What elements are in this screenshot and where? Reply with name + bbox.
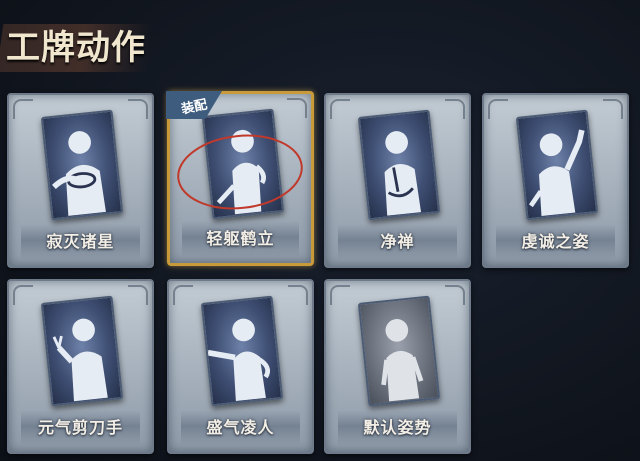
card-label: 寂灭诸星 <box>46 232 115 251</box>
pose-card <box>515 109 599 221</box>
action-card-6[interactable]: 盛气凌人 <box>167 279 314 454</box>
pose-zen-icon <box>384 131 422 216</box>
action-card-1[interactable]: 寂灭诸星 <box>7 93 154 268</box>
action-card-3[interactable]: 净禅 <box>324 93 471 268</box>
card-label: 元气剪刀手 <box>37 418 123 437</box>
page-title: 工牌动作 <box>6 28 146 68</box>
pose-card <box>357 295 441 407</box>
action-card-5[interactable]: 元气剪刀手 <box>7 279 154 454</box>
action-card-2[interactable]: 装配 轻躯鹤立 <box>166 91 314 266</box>
card-label: 默认姿势 <box>363 418 432 437</box>
action-card-4[interactable]: 虔诚之姿 <box>482 93 629 268</box>
pose-raised-hand-icon <box>528 129 585 217</box>
highlight-circle <box>177 134 303 210</box>
card-label: 轻躯鹤立 <box>206 229 275 248</box>
action-card-7[interactable]: 默认姿势 <box>324 279 471 454</box>
pose-card <box>357 109 441 221</box>
section-header: 工牌动作 <box>0 18 160 80</box>
pose-pointing-icon <box>207 318 270 402</box>
card-label: 虔诚之姿 <box>521 232 590 251</box>
pose-card <box>40 295 124 407</box>
pose-card <box>40 109 124 221</box>
pose-card <box>200 295 284 407</box>
pose-peace-sign-icon <box>52 318 108 402</box>
card-label: 盛气凌人 <box>206 418 275 437</box>
pose-default-icon <box>381 319 424 402</box>
pose-clasped-hands-icon <box>51 131 106 216</box>
card-label: 净禅 <box>380 232 415 251</box>
